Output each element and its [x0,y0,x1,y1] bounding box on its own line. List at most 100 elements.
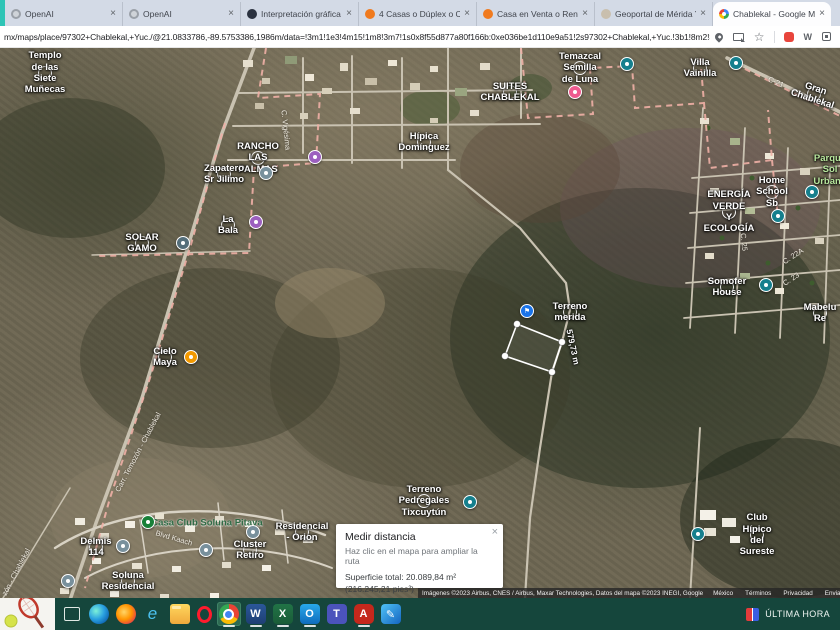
map-label[interactable]: Soluna Residencial [102,570,155,592]
terreno-pedregales-tixcuytun-poi-icon[interactable] [463,495,477,509]
firefox-icon[interactable] [114,602,138,626]
tab-close-icon[interactable]: × [110,9,116,19]
solar-gamo-poi-icon[interactable] [176,236,190,250]
browser-tab[interactable]: Geoportal de Mérida Yuc × [595,2,713,26]
map-label[interactable]: Cluster Retiro [234,539,267,561]
map-label[interactable]: Villa Vainilla [684,57,717,79]
map-label[interactable]: Residencial - Orion [276,521,329,543]
casa-club-soluna-poi-icon[interactable] [141,515,155,529]
wikipedia-extension-icon[interactable]: W [804,30,813,44]
map-label[interactable]: Club Hípico del Sureste [740,512,775,557]
home-school-poi-icon[interactable] [805,185,819,199]
excel-icon[interactable]: X [271,602,295,627]
map-label[interactable]: Parque Sol Urbano [813,153,840,187]
la-bala-poi-icon[interactable] [249,215,263,229]
adobe-extension-icon[interactable] [783,30,794,44]
zapatero-sr-jilimo-poi-icon[interactable] [259,166,273,180]
map-label[interactable]: Terreno merida [553,301,588,323]
map-label[interactable]: Mabelu Re [804,302,837,324]
map-label[interactable]: SUITES CHABLEKAL [480,81,539,103]
delmis-114-poi-icon[interactable] [116,539,130,553]
map-label[interactable]: SOLAR GAMO [125,232,158,254]
internet-explorer-icon[interactable]: e [141,602,165,626]
opera-icon[interactable] [195,604,214,625]
privacy-link[interactable]: Privacidad [783,590,812,597]
openai-favicon-icon [11,9,21,19]
map-label[interactable]: Zapatero Sr Jilimo [204,163,244,185]
browser-tab[interactable]: Casa en Venta o Renta d × [477,2,595,26]
orange-favicon-icon [365,9,375,19]
villa-vainilla-poi-icon[interactable] [729,56,743,70]
tab-close-icon[interactable]: × [464,9,470,19]
browser-tab[interactable]: OpenAI × [123,2,241,26]
news-widget[interactable]: ÚLTIMA HORA [746,598,830,630]
map-label: C-21 [766,74,786,90]
map-labels: Templo de las Siete Muñecas Temazcal Semi… [0,48,840,598]
tab-close-icon[interactable]: × [700,9,706,19]
map-label[interactable]: Temazcal Semilla de Luna [559,51,601,85]
temazcal-semilla-de-luna-poi-icon[interactable] [620,57,634,71]
map-label: C. Vigésima [279,109,293,151]
cielo-maya-poi-icon[interactable] [184,350,198,364]
file-explorer-icon[interactable] [168,602,192,626]
openai-favicon-icon [129,9,139,19]
terreno-merida-poi-icon[interactable] [520,304,534,318]
toolbar-divider [773,30,775,43]
map-label: C. 25 [738,232,750,252]
map-label[interactable]: Somofer House [708,276,747,298]
suites-chablekal-poi-icon[interactable] [568,85,582,99]
cluster-retiro-poi-icon[interactable] [199,543,213,557]
map-label[interactable]: ENERGÍA VERDE Y ECOLOGÍA [704,189,755,234]
somofer-house-poi-icon[interactable] [759,278,773,292]
extensions-icon[interactable] [822,30,831,44]
word-icon[interactable]: W [244,602,268,627]
edge-icon[interactable] [87,602,111,626]
browser-tab[interactable]: Interpretación gráfica ve × [241,2,359,26]
browser-tab[interactable]: Chablekal - Google Maps× [713,2,831,26]
attribution-country: México [713,589,734,597]
tab-close-icon[interactable]: × [228,9,234,19]
desktop-screen: OpenAI × OpenAI × Interpretación gráfica ve ×… [0,0,840,630]
soluna-residencial-poi-icon[interactable] [61,574,75,588]
send-to-device-icon[interactable] [732,30,745,44]
bookmark-star-icon[interactable]: ☆ [754,30,765,44]
map-label[interactable]: Delmis 114 [80,536,111,558]
bottom-bar: e W X O T A ✎ ÚLTIMA HORA [0,595,840,630]
browser-tab[interactable]: OpenAI × [5,2,123,26]
map-label: Carr. Temozón - Chablekal [113,410,163,494]
map-attribution-bar: Imágenes ©2023 Airbus, CNES / Airbus, Ma… [418,588,840,598]
send-feedback-link[interactable]: Enviar comentarios a... [825,590,840,597]
satellite-map[interactable]: Templo de las Siete Muñecas Temazcal Semi… [0,48,840,598]
energia-verde-poi-icon[interactable] [771,209,785,223]
task-view-icon[interactable] [60,603,84,625]
map-label[interactable]: Casa Club Soluna Pitaya [151,517,262,528]
dialog-close-icon[interactable]: × [492,527,498,538]
location-pin-icon[interactable] [713,30,725,44]
outlook-icon[interactable]: O [298,602,322,627]
map-label[interactable]: RANCHO LAS PALMAS [237,141,279,175]
teams-icon[interactable]: T [325,602,349,626]
tab-close-icon[interactable]: × [346,9,352,19]
residencial-orion-poi-icon[interactable] [246,525,260,539]
map-label[interactable]: Home School Sb [756,175,788,209]
tab-title: 4 Casas o Dúplex o Casa [379,9,461,19]
terms-link[interactable]: Términos [745,590,771,597]
acrobat-icon[interactable]: A [352,602,376,627]
dialog-subtitle: Haz clic en el mapa para ampliar la ruta [345,546,478,566]
browser-tab[interactable]: 4 Casas o Dúplex o Casa× [359,2,477,26]
photos-icon[interactable]: ✎ [379,602,403,626]
map-label[interactable]: Hípica Domínguez [398,131,449,153]
tab-close-icon[interactable]: × [582,9,588,19]
map-label[interactable]: Cielo Maya [153,346,177,368]
tab-close-icon[interactable]: × [819,9,825,19]
map-label[interactable]: La Bala [218,214,238,236]
map-label[interactable]: Terreno Pedregales Tixcuytún [399,484,450,518]
desktop-wallpaper-corner [0,595,55,630]
map-label[interactable]: Gran Chablekal [789,80,835,112]
chrome-icon[interactable] [216,602,241,627]
map-label[interactable]: Templo de las Siete Muñecas [25,50,66,95]
club-hipico-del-sureste-poi-icon[interactable] [691,527,705,541]
rancho-las-palmas-poi-icon[interactable] [308,150,322,164]
address-bar[interactable]: mx/maps/place/97302+Chablekal,+Yuc./@21.… [4,32,710,42]
imagery-credits: Imágenes ©2023 Airbus, CNES / Airbus, Ma… [422,589,704,597]
